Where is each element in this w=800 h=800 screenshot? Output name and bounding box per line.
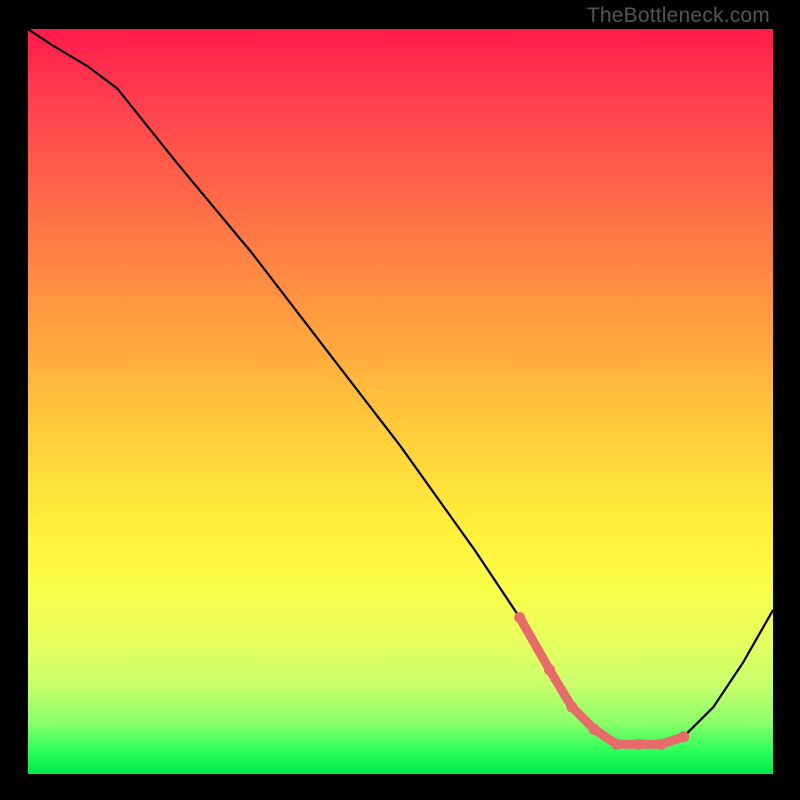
highlight-dot — [656, 739, 667, 750]
highlight-dot — [514, 612, 525, 623]
highlight-dot — [589, 724, 600, 735]
highlight-dot — [611, 739, 622, 750]
highlight-dot — [544, 664, 555, 675]
curve-main — [28, 29, 773, 744]
plot-area — [28, 29, 773, 774]
curve-highlight — [520, 618, 684, 745]
highlight-dot — [633, 739, 644, 750]
watermark-text: TheBottleneck.com — [587, 4, 770, 28]
bottleneck-curve — [28, 29, 773, 774]
highlight-dot — [678, 731, 689, 742]
chart-frame: TheBottleneck.com — [0, 0, 800, 800]
highlight-dot — [566, 702, 577, 713]
